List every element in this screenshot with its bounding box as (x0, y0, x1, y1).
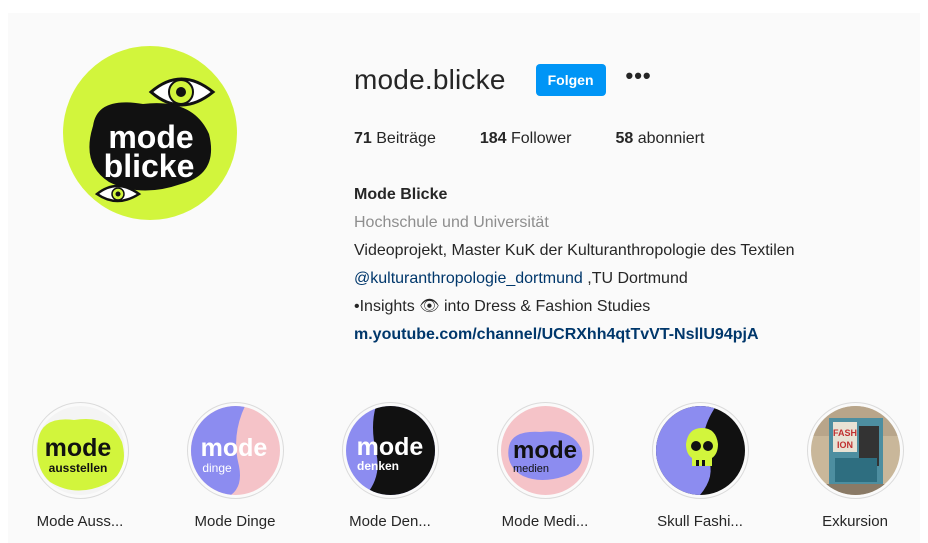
website-link[interactable]: m.youtube.com/channel/UCRXhh4qtTvVT-Nsll… (354, 321, 914, 349)
profile-header: mode.blicke Folgen ••• (354, 58, 652, 102)
highlight-label: Exkursion (822, 513, 888, 530)
highlight-ring (651, 402, 749, 499)
bio-mention-line: @kulturanthropologie_dortmund ,TU Dortmu… (354, 265, 914, 293)
highlight-cover: mode ausstellen (35, 406, 125, 495)
mention-link[interactable]: @kulturanthropologie_dortmund (354, 270, 583, 287)
posts-stat: 71 Beiträge (354, 130, 436, 148)
following-label: abonniert (637, 130, 705, 147)
highlight-item[interactable]: FASH ION Exkursion (795, 402, 915, 530)
highlight-label: Mode Dinge (194, 513, 276, 530)
highlight-item[interactable]: mode medien Mode Medi... (485, 402, 605, 530)
highlight-cover-subtitle: denken (356, 459, 398, 473)
highlight-ring: mode denken (341, 402, 439, 499)
highlight-ring: mode ausstellen (31, 402, 129, 499)
highlight-cover-title: mode (200, 434, 267, 462)
highlight-item[interactable]: Skull Fashi... (640, 402, 760, 530)
highlight-cover: FASH ION (810, 406, 900, 495)
posts-label: Beiträge (376, 130, 436, 147)
followers-stat[interactable]: 184 Follower (480, 130, 572, 148)
story-highlights: mode ausstellen Mode Auss... mode dinge … (20, 402, 920, 542)
bio-line: Videoprojekt, Master KuK der Kulturanthr… (354, 242, 795, 259)
highlight-ring: mode medien (496, 402, 594, 499)
highlight-label: Mode Auss... (36, 513, 124, 530)
highlight-ring: FASH ION (806, 402, 904, 499)
followers-count: 184 (479, 130, 507, 147)
highlight-cover-title: mode (512, 437, 576, 464)
highlight-cover-subtitle: medien (512, 463, 548, 475)
exhibition-photo: FASH ION (810, 406, 900, 495)
highlight-label: Skull Fashi... (657, 513, 743, 530)
highlight-cover: mode dinge (190, 406, 280, 495)
display-name: Mode Blicke (354, 186, 448, 203)
avatar-logo: mode blicke (89, 77, 216, 203)
mention-suffix: ,TU Dortmund (582, 270, 688, 287)
posts-count: 71 (354, 130, 372, 147)
profile-bio: Mode Blicke Hochschule und Universität V… (354, 181, 914, 349)
highlight-item[interactable]: mode ausstellen Mode Auss... (20, 402, 140, 530)
highlight-label: Mode Den... (349, 513, 431, 530)
profile-avatar[interactable]: mode blicke (63, 46, 237, 220)
profile-stats: 71 Beiträge 184 Follower 58 abonniert (354, 130, 748, 148)
highlight-ring: mode dinge (186, 402, 284, 499)
highlight-cover: mode medien (500, 406, 590, 495)
follow-button[interactable]: Folgen (535, 64, 606, 96)
highlight-item[interactable]: mode dinge Mode Dinge (175, 402, 295, 530)
profile-page: mode blicke mode.blicke Folgen ••• 71 Be… (8, 13, 920, 543)
highlight-cover-title: mode (356, 433, 423, 461)
svg-text:FASH: FASH (832, 428, 856, 438)
bio-line: •Insights 👁 into Dress & Fashion Studies (354, 298, 651, 315)
highlight-cover (655, 406, 745, 495)
highlight-cover-title: mode (44, 434, 111, 462)
category-label: Hochschule und Universität (354, 214, 549, 231)
highlight-cover: mode denken (345, 406, 435, 495)
followers-label: Follower (511, 130, 572, 147)
skull-icon (655, 406, 718, 495)
following-count: 58 (615, 130, 634, 147)
svg-text:ION: ION (836, 440, 852, 450)
highlight-item[interactable]: mode denken Mode Den... (330, 402, 450, 530)
highlight-cover-subtitle: ausstellen (48, 461, 107, 475)
more-options-icon[interactable]: ••• (626, 65, 652, 87)
following-stat[interactable]: 58 abonniert (615, 130, 704, 148)
username: mode.blicke (354, 64, 506, 95)
avatar-text-blicke: blicke (104, 148, 195, 184)
highlight-cover-subtitle: dinge (202, 461, 232, 475)
highlight-label: Mode Medi... (501, 513, 589, 530)
